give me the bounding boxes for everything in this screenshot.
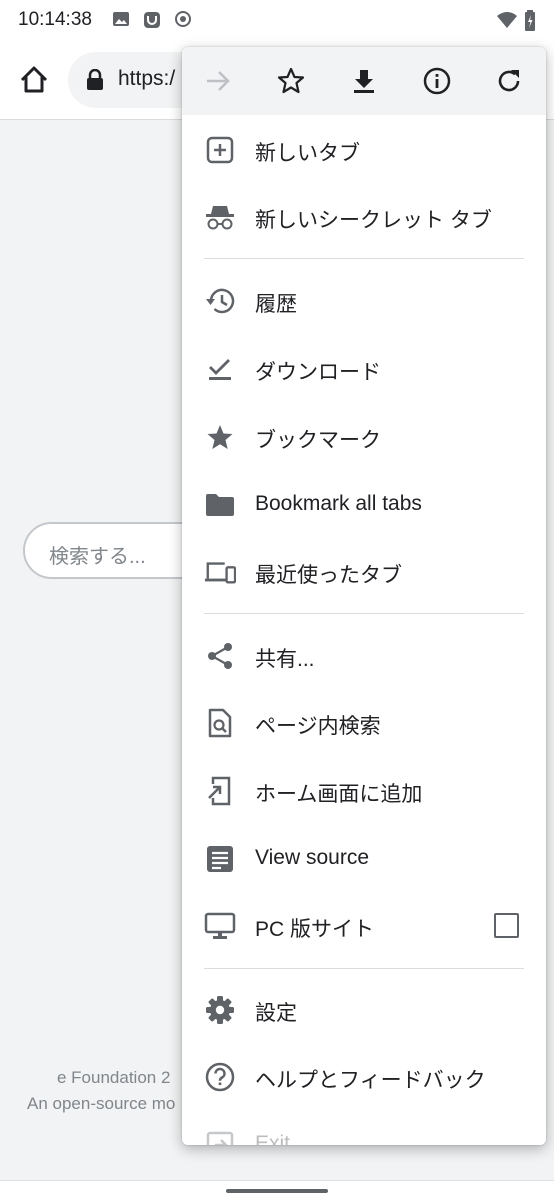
menu-divider bbox=[204, 968, 524, 969]
menu-item-label: Bookmark all tabs bbox=[255, 492, 422, 515]
menu-item-label: ホーム画面に追加 bbox=[255, 783, 423, 806]
downloads-check-icon bbox=[204, 355, 236, 383]
menu-item-history[interactable]: 履歴 bbox=[182, 273, 546, 329]
gesture-handle[interactable] bbox=[226, 1189, 328, 1193]
folder-icon bbox=[204, 491, 236, 519]
menu-item-label: 履歴 bbox=[255, 293, 297, 316]
find-in-page-icon bbox=[204, 708, 236, 738]
menu-item-find-in-page[interactable]: ページ内検索 bbox=[182, 695, 546, 751]
menu-item-downloads[interactable]: ダウンロード bbox=[182, 341, 546, 397]
forward-arrow-icon bbox=[207, 71, 230, 91]
download-icon bbox=[354, 70, 374, 93]
page-search-placeholder: 検索する... bbox=[49, 546, 146, 568]
menu-item-share[interactable]: 共有... bbox=[182, 628, 546, 684]
menu-item-bookmark-all-tabs[interactable]: Bookmark all tabs bbox=[182, 477, 546, 533]
overflow-menu: 新しいタブ 新しいシークレット タブ 履歴 ダウンロード ブックマーク Book… bbox=[182, 47, 546, 1145]
menu-item-desktop-site[interactable]: PC 版サイト bbox=[182, 898, 546, 954]
download-page-button[interactable] bbox=[344, 61, 384, 101]
menu-item-label: 最近使ったタブ bbox=[255, 564, 402, 587]
menu-item-label: 新しいシークレット タブ bbox=[255, 209, 492, 232]
add-to-home-icon bbox=[204, 776, 236, 806]
gear-icon bbox=[204, 996, 236, 1024]
status-bar: 10:14:38 bbox=[0, 0, 554, 40]
lock-icon[interactable] bbox=[86, 68, 104, 96]
menu-item-label: ブックマーク bbox=[255, 429, 381, 452]
new-tab-icon bbox=[204, 136, 236, 164]
desktop-icon bbox=[204, 912, 236, 940]
menu-item-label: ページ内検索 bbox=[255, 715, 381, 738]
menu-item-label: ヘルプとフィードバック bbox=[255, 1069, 486, 1092]
app-notification-icon bbox=[142, 10, 162, 30]
menu-item-new-incognito-tab[interactable]: 新しいシークレット タブ bbox=[182, 189, 546, 245]
reload-icon bbox=[498, 70, 520, 92]
menu-item-label: PC 版サイト bbox=[255, 918, 375, 941]
menu-item-label: View source bbox=[255, 846, 370, 869]
menu-divider bbox=[204, 258, 524, 259]
menu-item-exit[interactable]: Exit bbox=[182, 1117, 546, 1145]
star-filled-icon bbox=[204, 423, 236, 451]
image-notification-icon bbox=[112, 10, 130, 30]
history-icon bbox=[204, 287, 236, 315]
help-icon bbox=[204, 1062, 236, 1092]
forward-button[interactable] bbox=[198, 61, 238, 101]
home-icon bbox=[20, 66, 48, 93]
menu-divider bbox=[204, 613, 524, 614]
footer-text-1: e Foundation 2 bbox=[57, 1068, 171, 1087]
menu-item-label: 共有... bbox=[255, 648, 315, 671]
menu-item-new-tab[interactable]: 新しいタブ bbox=[182, 122, 546, 178]
bookmark-star-button[interactable] bbox=[271, 61, 311, 101]
menu-item-label: 新しいタブ bbox=[255, 142, 360, 165]
battery-icon bbox=[524, 10, 536, 31]
star-outline-icon bbox=[277, 67, 305, 94]
page-info-button[interactable] bbox=[417, 61, 457, 101]
wifi-icon bbox=[496, 10, 518, 30]
menu-item-label: ダウンロード bbox=[255, 361, 381, 384]
menu-item-help-feedback[interactable]: ヘルプとフィードバック bbox=[182, 1049, 546, 1105]
menu-item-add-to-home[interactable]: ホーム画面に追加 bbox=[182, 763, 546, 819]
desktop-site-checkbox[interactable] bbox=[494, 913, 519, 938]
footer-text-2: An open-source mo bbox=[27, 1094, 176, 1113]
home-button[interactable] bbox=[14, 60, 54, 100]
devices-icon bbox=[204, 558, 236, 586]
menu-item-bookmarks[interactable]: ブックマーク bbox=[182, 409, 546, 465]
menu-item-settings[interactable]: 設定 bbox=[182, 982, 546, 1038]
menu-action-row bbox=[182, 47, 546, 115]
share-icon bbox=[204, 642, 236, 670]
url-text[interactable]: https:/ bbox=[118, 67, 175, 91]
exit-icon bbox=[204, 1131, 236, 1145]
status-time: 10:14:38 bbox=[18, 9, 92, 30]
info-icon bbox=[423, 67, 451, 95]
menu-item-view-source[interactable]: View source bbox=[182, 831, 546, 887]
menu-item-label: Exit bbox=[255, 1132, 291, 1145]
record-notification-icon bbox=[174, 10, 192, 30]
system-nav-bar bbox=[0, 1180, 554, 1200]
reload-button[interactable] bbox=[489, 61, 529, 101]
menu-item-label: 設定 bbox=[255, 1002, 297, 1025]
incognito-icon bbox=[204, 203, 236, 231]
menu-item-recent-tabs[interactable]: 最近使ったタブ bbox=[182, 544, 546, 600]
document-icon bbox=[204, 845, 236, 873]
